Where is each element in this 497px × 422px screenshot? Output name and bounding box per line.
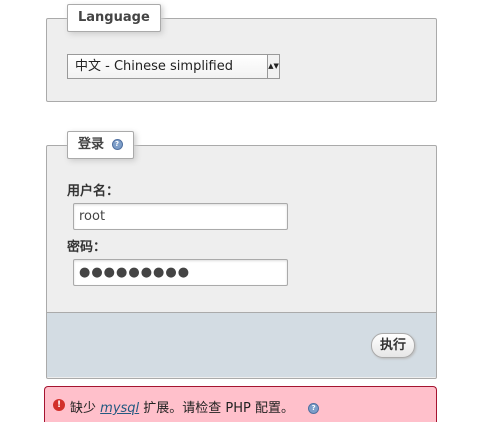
error-suffix: 扩展。请检查 PHP 配置。 xyxy=(143,401,295,416)
chevron-down-icon[interactable]: ▲▼ xyxy=(267,55,279,78)
username-input[interactable]: root xyxy=(73,203,288,230)
mysql-doc-link[interactable]: mysql xyxy=(100,401,139,416)
username-label: 用户名： xyxy=(67,184,120,199)
login-page: Language 中文 - Chinese simplified ▲▼ 登录 ?… xyxy=(0,0,497,422)
login-legend-label: 登录 xyxy=(78,137,105,152)
language-select[interactable]: 中文 - Chinese simplified ▲▼ xyxy=(67,54,280,79)
password-label: 密码： xyxy=(67,240,107,255)
error-help-icon[interactable]: ? xyxy=(308,403,320,414)
password-input[interactable]: ●●●●●●●●● xyxy=(73,259,288,286)
submit-button[interactable]: 执行 xyxy=(371,333,415,358)
error-text: 缺少 mysql 扩展。请检查 PHP 配置。 ? xyxy=(70,397,320,416)
help-icon[interactable]: ? xyxy=(111,139,123,150)
language-select-value: 中文 - Chinese simplified xyxy=(75,59,233,74)
error-icon: ! xyxy=(53,399,65,411)
language-legend: Language xyxy=(67,4,161,32)
error-prefix: 缺少 xyxy=(70,401,97,416)
login-legend: 登录 ? xyxy=(67,131,134,159)
error-message-box: ! 缺少 mysql 扩展。请检查 PHP 配置。 ? xyxy=(44,386,437,422)
